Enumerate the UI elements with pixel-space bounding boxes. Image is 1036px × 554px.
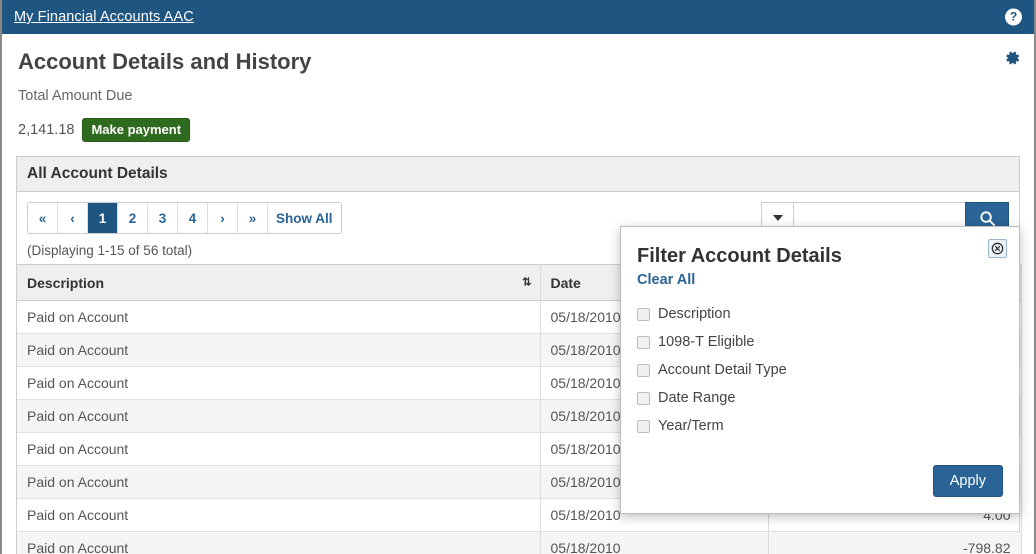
total-amount-due-value: 2,141.18 (18, 122, 74, 138)
column-header-date-label: Date (551, 275, 581, 291)
cell-description: Paid on Account (17, 367, 540, 400)
filter-option-description[interactable]: Description (637, 306, 1003, 322)
filter-option-year-term-label: Year/Term (658, 418, 724, 434)
page-title: Account Details and History (18, 48, 1018, 76)
pagination-first[interactable]: « (28, 203, 58, 233)
cell-amount: -798.82 (768, 532, 1021, 554)
close-circle-icon[interactable] (988, 239, 1007, 258)
apply-filter-button[interactable]: Apply (933, 465, 1003, 497)
cell-date: 05/18/2010 (540, 532, 768, 554)
sort-arrows-icon[interactable]: ⇅ (522, 277, 531, 288)
app-topbar: My Financial Accounts AAC ? (2, 0, 1034, 34)
pagination: «‹1234›»Show All (27, 202, 342, 234)
cell-description: Paid on Account (17, 466, 540, 499)
make-payment-button[interactable]: Make payment (82, 118, 190, 142)
filter-option-1098t-eligible-label: 1098-T Eligible (658, 334, 754, 350)
filter-popup-title: Filter Account Details (637, 243, 1003, 269)
filter-option-year-term-checkbox[interactable] (637, 420, 650, 433)
column-header-description-label: Description (27, 275, 104, 291)
cell-description: Paid on Account (17, 499, 540, 532)
cell-description: Paid on Account (17, 532, 540, 554)
panel-heading: All Account Details (17, 157, 1019, 192)
cell-description: Paid on Account (17, 400, 540, 433)
filter-option-account-detail-type-checkbox[interactable] (637, 364, 650, 377)
filter-option-date-range[interactable]: Date Range (637, 390, 1003, 406)
pagination-page-3[interactable]: 3 (148, 203, 178, 233)
my-financial-accounts-link[interactable]: My Financial Accounts AAC (14, 9, 194, 25)
amount-due-row: 2,141.18 Make payment (18, 118, 1018, 142)
cell-description: Paid on Account (17, 301, 540, 334)
gear-icon[interactable] (1002, 48, 1022, 68)
filter-option-account-detail-type[interactable]: Account Detail Type (637, 362, 1003, 378)
cell-description: Paid on Account (17, 433, 540, 466)
filter-option-description-label: Description (658, 306, 731, 322)
pagination-page-4[interactable]: 4 (178, 203, 208, 233)
filter-option-1098t-eligible[interactable]: 1098-T Eligible (637, 334, 1003, 350)
filter-option-date-range-label: Date Range (658, 390, 735, 406)
total-amount-due-label: Total Amount Due (18, 88, 1018, 104)
pagination-show-all[interactable]: Show All (268, 203, 341, 233)
filter-option-year-term[interactable]: Year/Term (637, 418, 1003, 434)
pagination-page-2[interactable]: 2 (118, 203, 148, 233)
filter-option-date-range-checkbox[interactable] (637, 392, 650, 405)
page-header: Account Details and History Total Amount… (2, 34, 1034, 142)
filter-option-account-detail-type-label: Account Detail Type (658, 362, 787, 378)
pagination-last[interactable]: » (238, 203, 268, 233)
help-circle-icon[interactable]: ? (1005, 9, 1022, 26)
clear-all-link[interactable]: Clear All (637, 272, 695, 288)
account-details-page: My Financial Accounts AAC ? Account Deta… (0, 0, 1036, 554)
column-header-description[interactable]: Description ⇅ (17, 265, 540, 301)
filter-option-description-checkbox[interactable] (637, 308, 650, 321)
filter-option-1098t-eligible-checkbox[interactable] (637, 336, 650, 349)
pagination-next[interactable]: › (208, 203, 238, 233)
pagination-page-1[interactable]: 1 (88, 203, 118, 233)
cell-description: Paid on Account (17, 334, 540, 367)
filter-account-details-popup: Filter Account Details Clear All Descrip… (620, 226, 1020, 514)
table-row: Paid on Account05/18/2010-798.82 (17, 532, 1021, 554)
pagination-prev[interactable]: ‹ (58, 203, 88, 233)
